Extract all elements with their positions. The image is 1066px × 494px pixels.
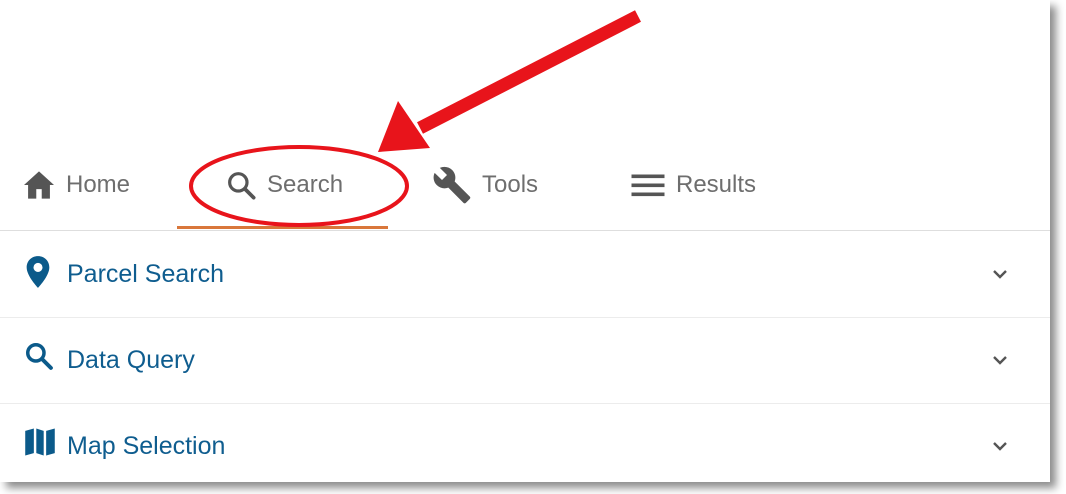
panel-parcel-search-icon [24,255,56,288]
search-icon [26,343,53,370]
panel-map-selection-icon [24,427,56,459]
panel-parcel-search-label: Parcel Search [67,259,225,288]
map-icon [25,428,55,456]
tab-bar: Home Search Tools Results [0,140,1050,231]
panel-data-query-label: Data Query [67,345,195,374]
chevron-down-icon[interactable] [988,262,1012,286]
tab-tools[interactable]: Tools [432,140,538,230]
chevron-down-icon[interactable] [988,434,1012,458]
active-tab-indicator [177,226,388,229]
map-pin-icon [26,256,50,288]
panel-parcel-search[interactable]: Parcel Search [0,231,1050,318]
menu-icon [631,174,665,197]
panel-data-query-icon [24,341,56,373]
tab-search[interactable]: Search [225,140,343,230]
search-icon [228,172,256,200]
tab-home[interactable]: Home [22,140,130,230]
tab-results[interactable]: Results [630,140,756,230]
tab-tools-label: Tools [482,171,539,198]
wrench-icon [433,166,471,204]
panel-map-selection[interactable]: Map Selection [0,403,1050,482]
tab-search-label: Search [267,171,344,198]
app-window: Home Search Tools Results Parcel Search … [0,0,1050,482]
panel-map-selection-label: Map Selection [67,431,226,460]
tab-home-label: Home [66,171,131,198]
home-icon [24,171,54,199]
chevron-down-icon[interactable] [988,348,1012,372]
tab-results-label: Results [676,171,757,198]
panel-data-query[interactable]: Data Query [0,317,1050,404]
